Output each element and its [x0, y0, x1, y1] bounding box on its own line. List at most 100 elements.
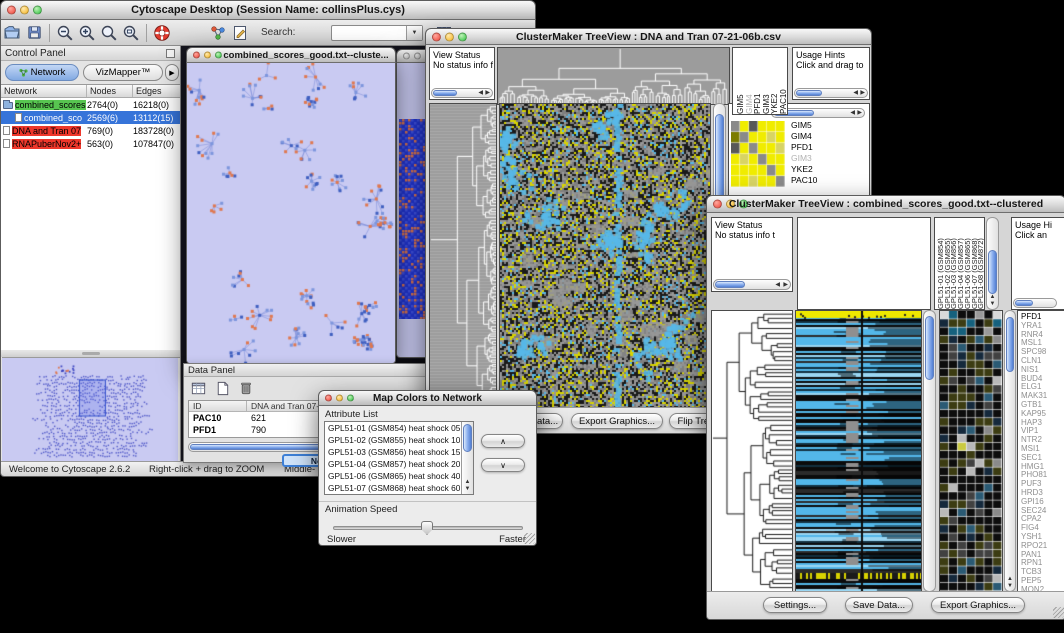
scrollbar-thumb[interactable] — [1015, 300, 1033, 306]
tab-overflow-button[interactable]: ▶ — [165, 64, 179, 81]
tv2-zoom-vscrollbar[interactable]: ▲▼ — [1004, 310, 1016, 592]
scroll-down-icon[interactable]: ▼ — [990, 301, 996, 307]
minimize-icon[interactable] — [414, 53, 421, 60]
annotation-tool-button[interactable] — [229, 22, 251, 44]
resize-grip[interactable] — [1053, 607, 1064, 618]
main-titlebar[interactable]: Cytoscape Desktop (Session Name: collins… — [0, 0, 536, 20]
zoom-in-button[interactable] — [76, 22, 98, 44]
network-table-header[interactable]: Network Nodes Edges — [1, 85, 180, 98]
tv1-hints-scrollbar[interactable]: ◀▶ — [794, 88, 868, 98]
save-session-button[interactable] — [23, 22, 45, 44]
network-list-row[interactable]: RNAPuberNov2+ 563(0) 107847(0) — [1, 137, 180, 150]
treeview2-titlebar[interactable]: ClusterMaker TreeView : combined_scores_… — [706, 195, 1064, 213]
tv2-heatmap-vscrollbar[interactable] — [923, 310, 936, 592]
network-view-tool-button[interactable] — [207, 22, 229, 44]
tv2-column-dendrogram-area[interactable] — [797, 217, 931, 310]
scroll-right-icon[interactable]: ▶ — [485, 90, 490, 96]
tv1-column-label[interactable]: GIM4 — [745, 48, 754, 114]
resize-grip[interactable] — [524, 533, 535, 544]
tv1-heatmap-canvas[interactable] — [500, 104, 710, 407]
open-file-button[interactable] — [1, 22, 23, 44]
attribute-item[interactable]: GPL51-06 (GSM865) heat shock 40 min — [325, 470, 461, 482]
tv2-column-label[interactable]: GPL51-06 (GSM865) — [964, 218, 971, 309]
attribute-listbox[interactable]: GPL51-01 (GSM854) heat shock 05 minGPL51… — [324, 421, 474, 495]
treeview1-titlebar[interactable]: ClusterMaker TreeView : DNA and Tran 07-… — [425, 28, 872, 45]
scroll-right-icon[interactable]: ▶ — [783, 281, 788, 287]
tv1-column-label[interactable]: GIM3 — [762, 48, 771, 114]
scroll-down-icon[interactable]: ▼ — [1007, 583, 1013, 589]
scroll-up-icon[interactable]: ▲ — [1007, 576, 1013, 582]
attribute-item[interactable]: GPL51-02 (GSM855) heat shock 10 min — [325, 434, 461, 446]
tv2-column-label[interactable]: GPL51-04 (GSM857) — [957, 218, 964, 309]
zoom-out-button[interactable] — [54, 22, 76, 44]
tv1-row-label[interactable]: PAC10 — [791, 175, 817, 186]
scrollbar-thumb[interactable] — [433, 90, 457, 96]
tv1-column-labels-panel[interactable]: GIM5GIM4PFD1GIM3YKE2PAC10 — [732, 47, 788, 115]
tv1-row-label[interactable]: YKE2 — [791, 164, 817, 175]
network-graph-canvas[interactable] — [187, 63, 395, 363]
data-panel-table-button[interactable] — [190, 380, 207, 402]
tv1-row-label[interactable]: GIM4 — [791, 131, 817, 142]
data-panel-delete-button[interactable] — [238, 380, 255, 402]
tab-vizmapper[interactable]: VizMapper™ — [83, 64, 163, 81]
data-panel-new-button[interactable] — [214, 380, 231, 402]
scroll-right-icon[interactable]: ▶ — [857, 110, 862, 116]
move-down-button[interactable]: ∨ — [481, 458, 525, 472]
column-header-nodes[interactable]: Nodes — [87, 85, 133, 97]
scroll-left-icon[interactable]: ◀ — [775, 281, 780, 287]
attribute-item[interactable]: GPL51-01 (GSM854) heat shock 05 min — [325, 422, 461, 434]
tv2-status-scrollbar[interactable]: ◀▶ — [713, 279, 791, 290]
tv2-row-dendrogram-canvas[interactable] — [712, 311, 792, 591]
tab-network[interactable]: Network — [5, 64, 79, 81]
data-column-id[interactable]: ID — [189, 401, 247, 411]
panel-float-icon[interactable] — [166, 49, 175, 58]
move-up-button[interactable]: ∧ — [481, 434, 525, 448]
search-input[interactable] — [332, 26, 406, 40]
tv2-settings-button[interactable]: Settings... — [763, 597, 827, 613]
scroll-down-icon[interactable]: ▼ — [465, 486, 471, 492]
tv1-column-label[interactable]: GIM5 — [736, 48, 745, 114]
network-list-row[interactable]: combined_scores 2764(0) 16218(0) — [1, 98, 180, 111]
attribute-item[interactable]: GPL51-04 (GSM857) heat shock 20 min — [325, 458, 461, 470]
animation-speed-slider[interactable] — [333, 521, 523, 535]
tv1-export-graphics-button[interactable]: Export Graphics... — [571, 413, 663, 429]
tv2-gene-list[interactable]: PFD1YRA1RNR4MSL1SPC98CLN1NIS1BUD4ELG1MAK… — [1017, 310, 1064, 592]
tv1-status-scrollbar[interactable]: ◀▶ — [431, 88, 493, 98]
tv1-column-label[interactable]: PAC10 — [779, 48, 788, 114]
close-icon[interactable] — [403, 53, 410, 60]
tv1-column-dendrogram-canvas[interactable] — [498, 48, 729, 104]
tv2-column-label[interactable]: GPL51-08 (GSM872) — [977, 218, 984, 309]
search-dropdown-button[interactable]: ▼ — [406, 26, 422, 40]
attribute-item[interactable]: GPL51-03 (GSM856) heat shock 15 min — [325, 446, 461, 458]
attribute-list-scrollbar[interactable]: ▲▼ — [461, 422, 473, 494]
column-header-network[interactable]: Network — [1, 85, 87, 97]
scroll-left-icon[interactable]: ◀ — [478, 90, 483, 96]
tv1-row-label[interactable]: GIM3 — [791, 153, 817, 164]
help-button[interactable] — [151, 22, 173, 44]
tv1-global-heatmap-canvas[interactable] — [731, 121, 785, 187]
tv2-export-graphics-button[interactable]: Export Graphics... — [931, 597, 1025, 613]
scrollbar-thumb[interactable] — [988, 250, 997, 294]
scrollbar-thumb[interactable] — [925, 316, 934, 380]
scroll-left-icon[interactable]: ◀ — [853, 90, 858, 96]
network-list-row[interactable]: combined_sco 2569(6) 13112(15) — [1, 111, 180, 124]
dotgrid-network-canvas[interactable] — [399, 119, 427, 319]
tv1-column-label[interactable]: YKE2 — [770, 48, 779, 114]
tv1-row-label[interactable]: PFD1 — [791, 142, 817, 153]
scrollbar-thumb[interactable] — [796, 90, 822, 96]
tv2-labels-vscrollbar[interactable]: ▲▼ — [986, 217, 999, 310]
scrollbar-thumb[interactable] — [463, 424, 472, 452]
scrollbar-thumb[interactable] — [1006, 317, 1014, 372]
zoom-selected-button[interactable] — [120, 22, 142, 44]
zoom-fit-button[interactable] — [98, 22, 120, 44]
scroll-up-icon[interactable]: ▲ — [465, 479, 471, 485]
column-header-edges[interactable]: Edges — [133, 85, 180, 97]
tv2-heatmap-canvas[interactable] — [796, 311, 921, 591]
overview-thumbnail-canvas[interactable] — [2, 358, 178, 462]
tv2-save-data-button[interactable]: Save Data... — [845, 597, 913, 613]
scroll-up-icon[interactable]: ▲ — [990, 294, 996, 300]
tv1-row-dendrogram-canvas[interactable] — [430, 104, 496, 407]
network-list-row[interactable]: DNA and Tran 07 769(0) 183728(0) — [1, 124, 180, 137]
attribute-item[interactable]: GPL51-07 (GSM868) heat shock 60 min — [325, 482, 461, 494]
dialog-titlebar[interactable]: Map Colors to Network — [318, 390, 537, 406]
